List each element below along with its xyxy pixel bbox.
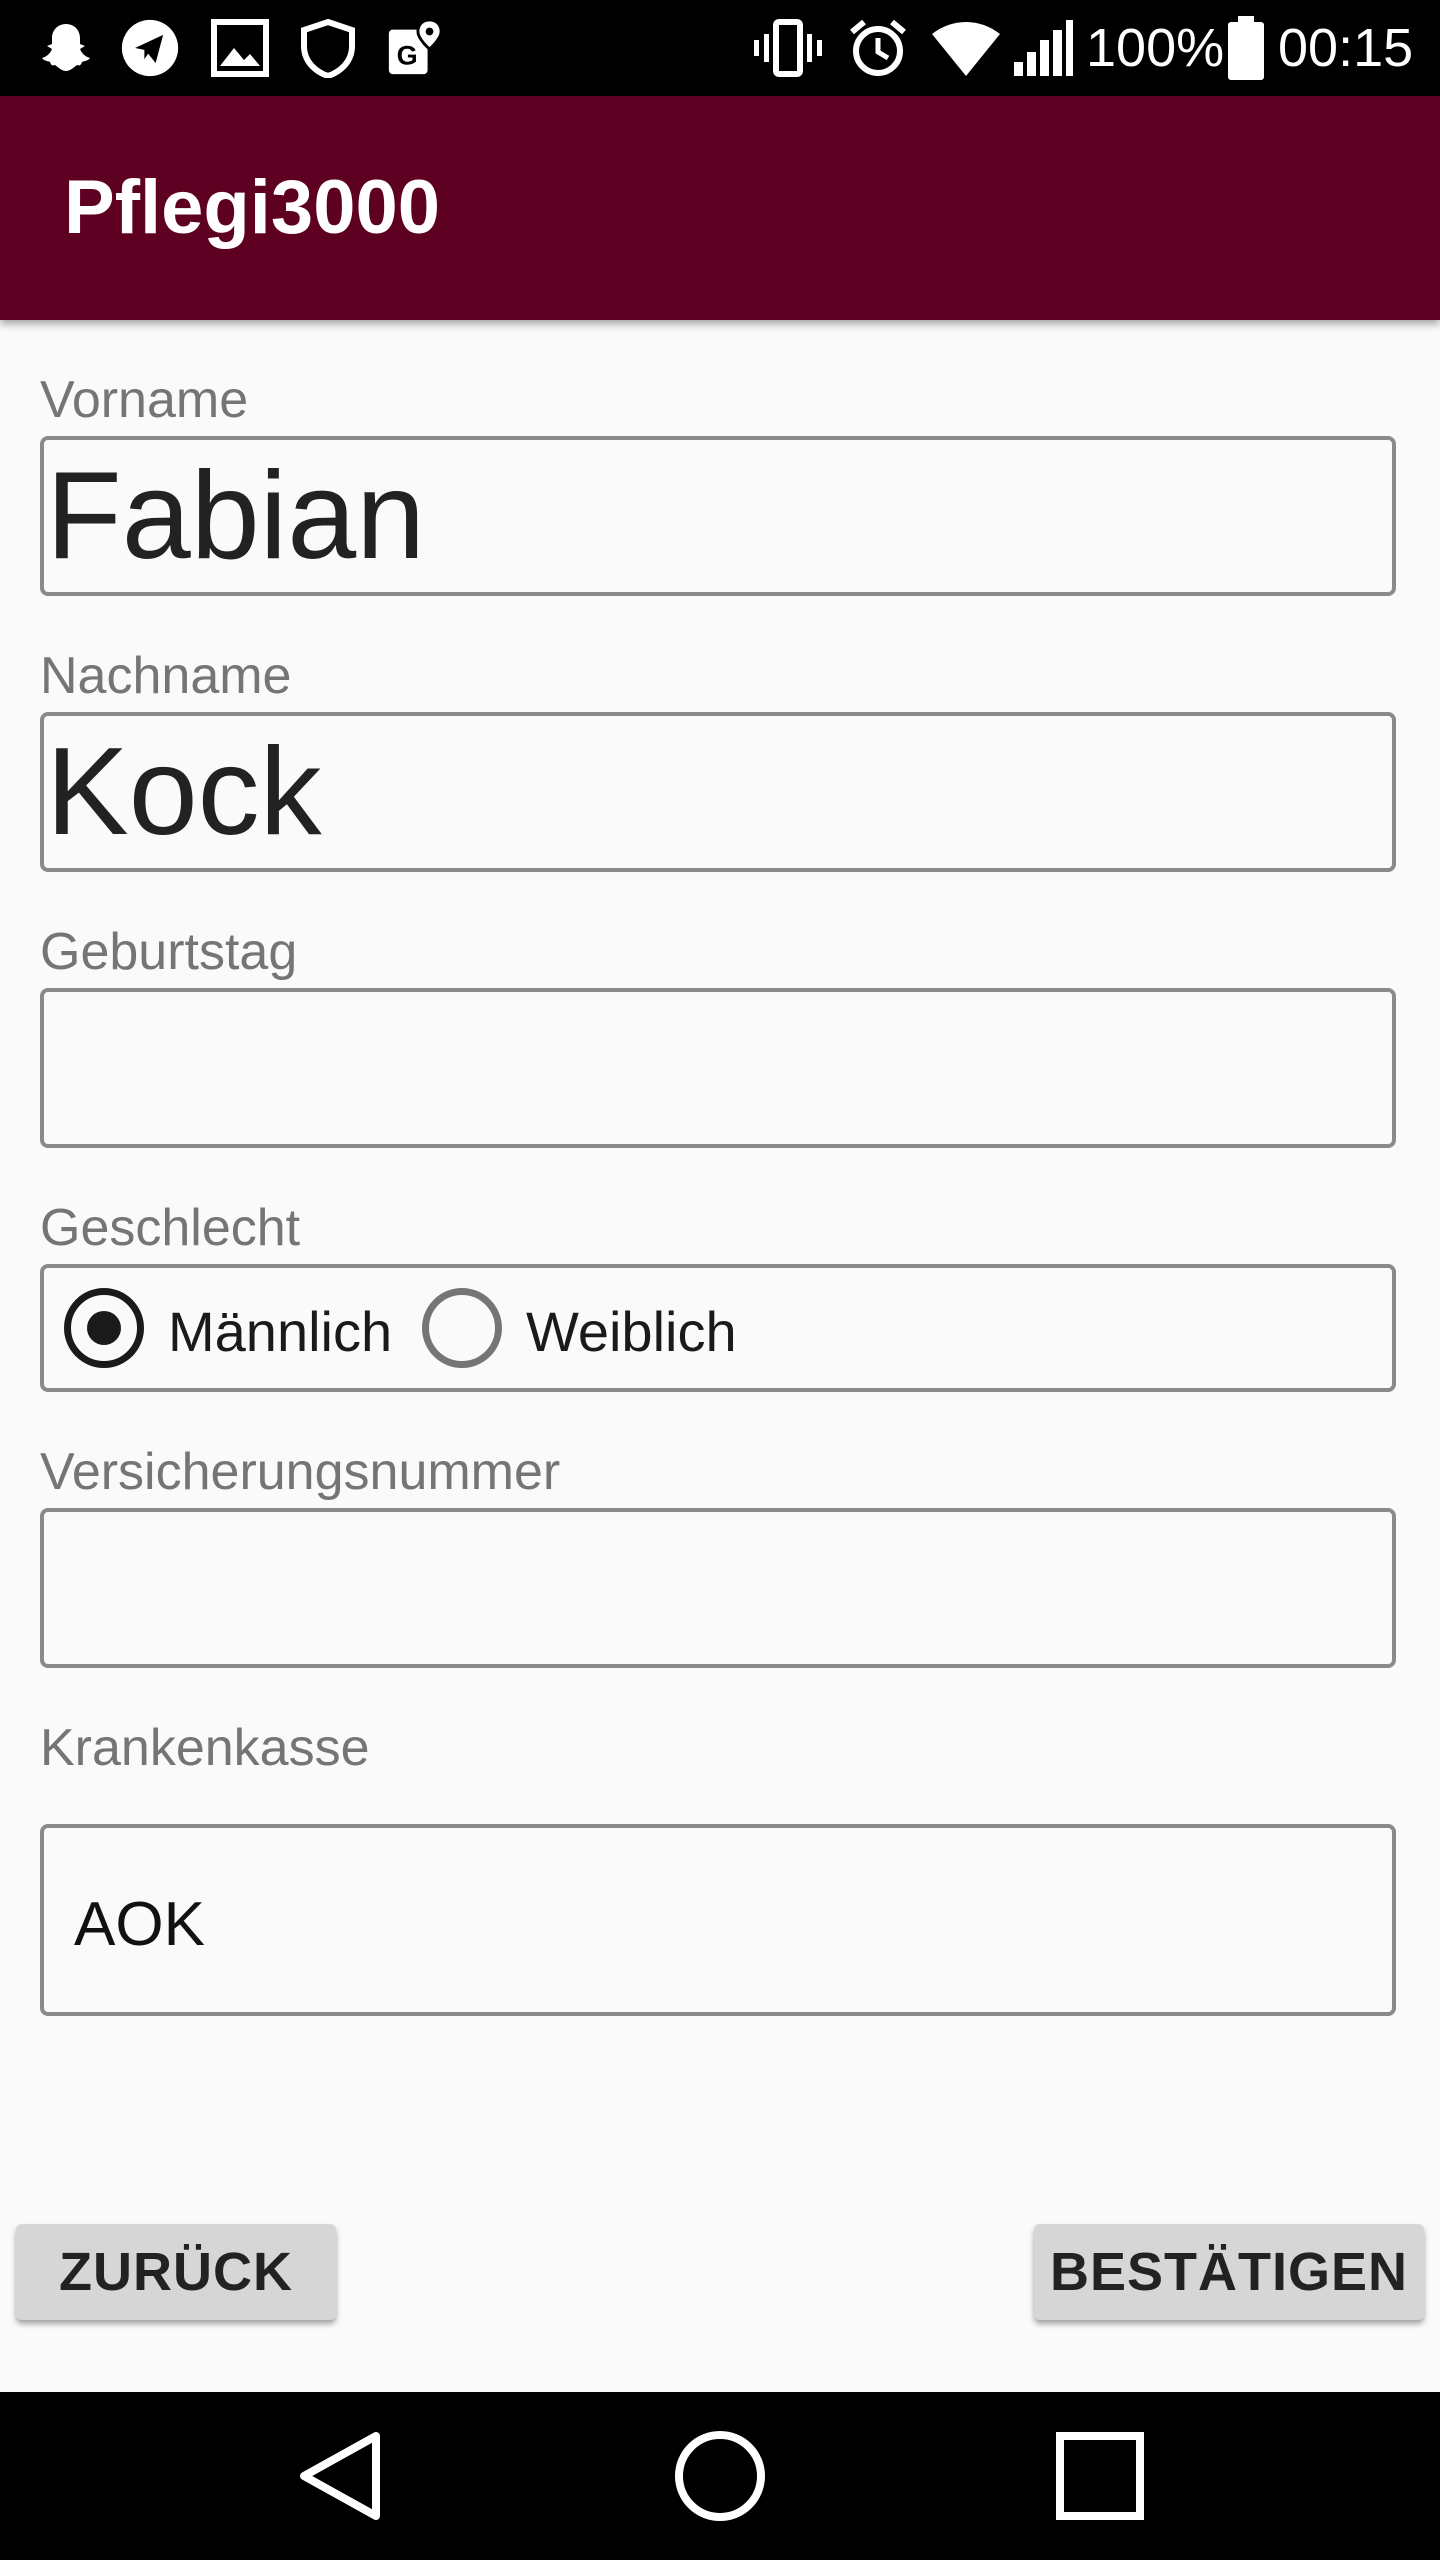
back-triangle-icon[interactable]: [290, 2426, 390, 2526]
app-bar: Pflegi3000: [0, 96, 1440, 320]
krankenkasse-label: Krankenkasse: [40, 1719, 370, 1777]
shield-icon: [301, 18, 355, 78]
home-circle-icon[interactable]: [670, 2426, 770, 2526]
app-title: Pflegi3000: [64, 165, 440, 250]
alarm-icon: [850, 19, 906, 76]
telegram-icon: [121, 19, 179, 77]
radio-maennlich-label[interactable]: Männlich: [168, 1300, 392, 1364]
geburtstag-field[interactable]: [40, 988, 1396, 1148]
versicherungsnummer-label: Versicherungsnummer: [40, 1443, 561, 1501]
geschlecht-radio-group: Männlich Weiblich: [40, 1264, 1396, 1392]
radio-maennlich[interactable]: [64, 1288, 144, 1368]
snapchat-icon: [42, 24, 90, 71]
krankenkasse-value: AOK: [74, 1890, 205, 1959]
navigation-bar: [0, 2392, 1440, 2560]
radio-weiblich-label[interactable]: Weiblich: [526, 1300, 737, 1364]
versicherungsnummer-field[interactable]: [40, 1508, 1396, 1668]
screen: G 100% 00:15 Pflegi3000 Vorname Fabian N…: [0, 0, 1440, 2560]
vorname-label: Vorname: [40, 371, 249, 429]
svg-text:G: G: [397, 39, 418, 70]
status-bar: G 100% 00:15: [0, 0, 1440, 96]
krankenkasse-select[interactable]: AOK: [40, 1824, 1396, 2016]
battery-icon: [1228, 16, 1264, 80]
geburtstag-label: Geburtstag: [40, 923, 298, 981]
confirm-button[interactable]: BESTÄTIGEN: [1034, 2224, 1424, 2320]
maps-icon: G: [388, 18, 443, 75]
nachname-field[interactable]: Kock: [40, 712, 1396, 872]
nachname-value: Kock: [46, 723, 322, 861]
radio-weiblich[interactable]: [422, 1288, 502, 1368]
vorname-field[interactable]: Fabian: [40, 436, 1396, 596]
gallery-icon: [211, 19, 269, 77]
signal-icon: [1014, 20, 1073, 76]
nachname-label: Nachname: [40, 647, 292, 705]
clock: 00:15: [1278, 18, 1414, 78]
vibrate-icon: [754, 19, 822, 77]
back-button[interactable]: ZURÜCK: [16, 2224, 336, 2320]
vorname-value: Fabian: [46, 447, 426, 585]
recents-square-icon[interactable]: [1050, 2426, 1150, 2526]
battery-percent: 100%: [1086, 18, 1225, 78]
wifi-icon: [932, 22, 1000, 76]
geschlecht-label: Geschlecht: [40, 1199, 301, 1257]
